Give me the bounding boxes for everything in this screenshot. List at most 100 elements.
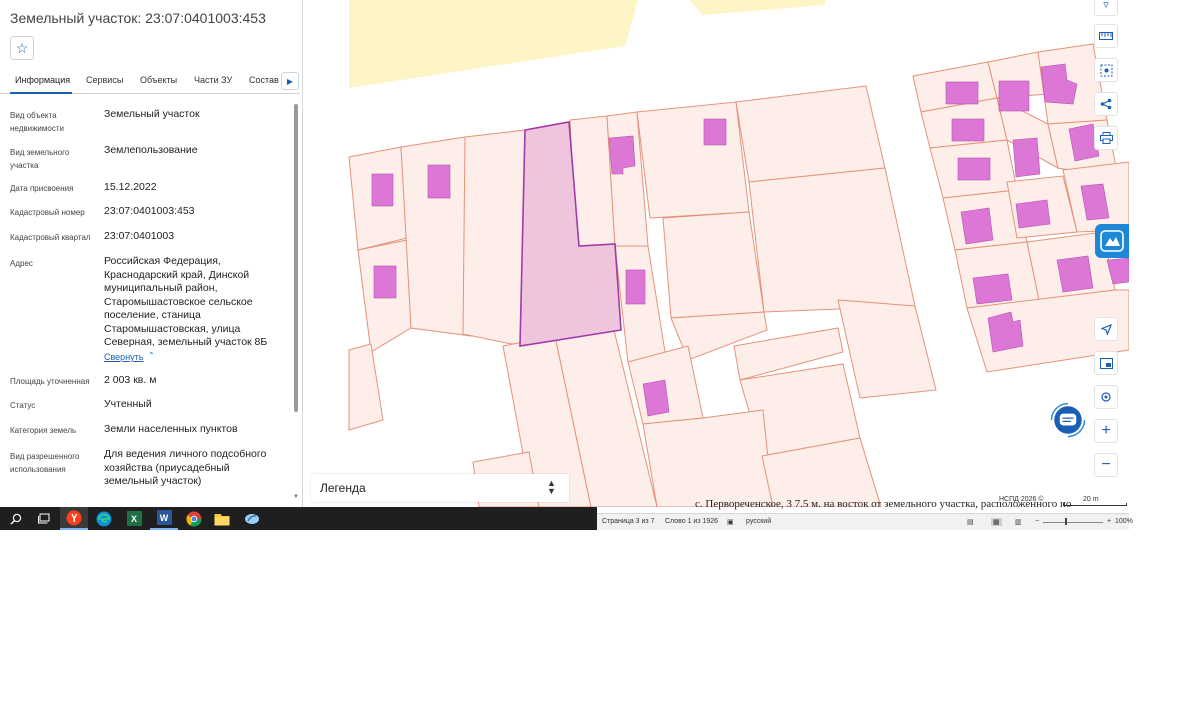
- edge-icon: [96, 511, 112, 526]
- building: [1056, 255, 1094, 293]
- zoom-in-button[interactable]: +: [1094, 419, 1118, 443]
- scroll-down-icon[interactable]: ▼: [293, 494, 299, 500]
- read-mode-icon[interactable]: ▤: [967, 518, 974, 526]
- locate-button[interactable]: [1094, 385, 1118, 409]
- panel-tabs: Информация Сервисы Объекты Части ЗУ Сост…: [0, 68, 300, 94]
- cadastral-map[interactable]: [303, 0, 1129, 507]
- basemap-button[interactable]: [1094, 351, 1118, 375]
- legend-label: Легенда: [320, 481, 366, 495]
- chat-assistant-button[interactable]: [1046, 398, 1090, 442]
- layers-button[interactable]: ▿: [1094, 0, 1118, 16]
- locate-icon: [1101, 392, 1111, 402]
- parcel[interactable]: [636, 101, 750, 219]
- field-label-assign-date: Дата присвоения: [10, 184, 74, 193]
- field-label-permitted-use: Вид разрешенного использования: [10, 452, 80, 474]
- word-counter[interactable]: Слово 1 из 1926: [665, 518, 718, 525]
- taskbar-search[interactable]: [2, 507, 30, 530]
- parcel[interactable]: [837, 299, 937, 399]
- taskbar-yandex-browser[interactable]: [60, 507, 88, 530]
- zoom-in-word-icon[interactable]: +: [1107, 518, 1111, 525]
- share-button[interactable]: [1094, 92, 1118, 116]
- field-label-parcel-type: Вид земельного участка: [10, 148, 70, 170]
- building: [642, 379, 670, 417]
- tab-information[interactable]: Информация: [15, 75, 70, 85]
- field-value-status: Учтенный: [104, 398, 152, 410]
- favorite-button[interactable]: ☆: [10, 36, 34, 60]
- field-label-address: Адрес: [10, 259, 33, 268]
- taskbar-chrome[interactable]: [180, 507, 208, 530]
- chat-icon: [1050, 402, 1086, 438]
- share-icon: [1100, 98, 1112, 110]
- field-label-cadastral-number: Кадастровый номер: [10, 208, 85, 217]
- legend-toggle[interactable]: Легенда ▲ ▼: [311, 474, 569, 502]
- document-text-line: с. Первореченское, 3 7.5 м. на восток от…: [695, 498, 1072, 510]
- parcel[interactable]: [748, 167, 916, 313]
- zoom-slider[interactable]: [1043, 522, 1103, 523]
- tab-parts[interactable]: Части ЗУ: [194, 75, 232, 85]
- navigation-button[interactable]: [1094, 317, 1118, 341]
- select-area-icon: [1100, 64, 1112, 76]
- field-value-cadastral-number[interactable]: 23:07:0401003:453: [104, 205, 284, 219]
- map-canvas[interactable]: [303, 0, 1129, 507]
- field-value-permitted-use: Для ведения личного подсобного хозяйства…: [104, 448, 267, 487]
- ruler-button[interactable]: [1094, 24, 1118, 48]
- excel-letter: X: [130, 513, 137, 524]
- proofing-icon[interactable]: ▣: [727, 518, 734, 526]
- ruler-icon: [1099, 32, 1113, 40]
- navigation-arrow-icon: [1100, 323, 1112, 335]
- windows-taskbar: X W: [0, 507, 597, 530]
- parcel[interactable]: [642, 409, 774, 507]
- building: [972, 273, 1013, 305]
- field-value-land-category: Земли населенных пунктов: [104, 423, 238, 435]
- search-icon: [10, 513, 22, 524]
- building: [957, 157, 991, 181]
- star-outline-icon: ☆: [15, 40, 29, 56]
- panel-scrollbar[interactable]: ▼: [293, 100, 299, 500]
- zoom-percent[interactable]: 100%: [1115, 518, 1133, 525]
- web-layout-icon[interactable]: ▥: [1015, 518, 1022, 526]
- language-label[interactable]: русский: [746, 518, 771, 525]
- print-icon: [1099, 132, 1113, 144]
- taskbar-file-explorer[interactable]: [208, 507, 236, 530]
- print-layout-icon[interactable]: ▦: [991, 518, 1002, 526]
- tab-composition[interactable]: Состав: [249, 75, 279, 85]
- select-area-button[interactable]: [1094, 58, 1118, 82]
- taskbar-word[interactable]: W: [150, 507, 178, 530]
- file-explorer-icon: [214, 513, 230, 525]
- chrome-icon: [186, 511, 202, 527]
- tab-objects[interactable]: Объекты: [140, 75, 177, 85]
- parcel[interactable]: [462, 129, 526, 347]
- zone-area: [349, 0, 638, 88]
- zoom-in-icon: +: [1101, 422, 1111, 439]
- zoom-out-word-icon[interactable]: −: [1035, 518, 1039, 525]
- chevron-up-icon[interactable]: ⌃: [148, 351, 155, 360]
- task-view-icon: [37, 513, 49, 524]
- collapse-link[interactable]: Свернуть: [104, 352, 143, 362]
- taskbar-excel[interactable]: X: [120, 507, 148, 530]
- field-label-area: Площадь уточненная: [10, 377, 90, 386]
- print-button[interactable]: [1094, 126, 1118, 150]
- tabs-next-button[interactable]: ▶: [281, 72, 299, 90]
- taskbar-edge[interactable]: [90, 507, 118, 530]
- zoom-slider-handle[interactable]: [1065, 518, 1067, 525]
- building: [703, 118, 727, 146]
- parcel[interactable]: [735, 85, 886, 183]
- yandex-browser-icon: [66, 510, 82, 525]
- layers-icon: ▿: [1103, 0, 1109, 11]
- zoom-out-icon: −: [1101, 456, 1111, 473]
- nspd-service-button[interactable]: [1095, 224, 1129, 258]
- tab-services[interactable]: Сервисы: [86, 75, 123, 85]
- field-value-cadastral-quarter[interactable]: 23:07:0401003: [104, 230, 284, 244]
- taskbar-task-view[interactable]: [30, 507, 58, 530]
- page-counter[interactable]: Страница 3 из 7: [602, 518, 654, 525]
- taskbar-app[interactable]: [238, 507, 266, 530]
- field-value-object-type: Земельный участок: [104, 108, 200, 120]
- zoom-out-button[interactable]: −: [1094, 453, 1118, 477]
- parcel[interactable]: [662, 211, 765, 319]
- sort-arrows-icon: ▲ ▼: [547, 478, 556, 496]
- building: [1012, 137, 1041, 178]
- scrollbar-thumb[interactable]: [294, 104, 298, 412]
- parcel[interactable]: [348, 343, 384, 431]
- word-letter: W: [159, 512, 169, 523]
- field-label-status: Статус: [10, 401, 36, 410]
